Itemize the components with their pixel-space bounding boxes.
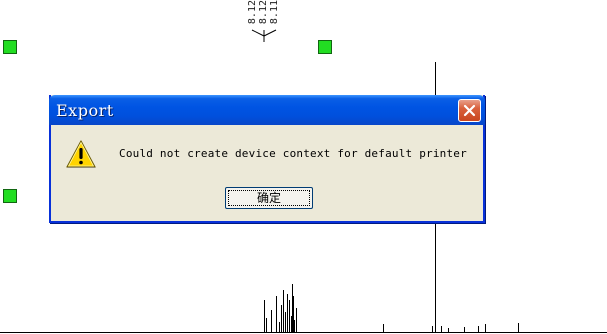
spectrum-viewer: 8.12 8.12 8.11 Export Could not create d… bbox=[0, 0, 607, 334]
close-icon bbox=[463, 104, 476, 117]
peak-label: 8.11 bbox=[269, 0, 280, 25]
selection-handle-top-left[interactable] bbox=[3, 40, 17, 54]
ok-button-label: 确定 bbox=[228, 190, 310, 206]
peak-label-group: 8.12 8.12 8.11 bbox=[246, 0, 286, 44]
selection-handle-middle-left[interactable] bbox=[3, 189, 17, 203]
selection-handle-top-middle[interactable] bbox=[318, 40, 332, 54]
peak-label: 8.12 bbox=[247, 0, 258, 25]
peak-label: 8.12 bbox=[258, 0, 269, 25]
export-error-dialog: Export Could not create device context f… bbox=[49, 95, 485, 223]
close-button[interactable] bbox=[458, 99, 481, 122]
dialog-titlebar[interactable]: Export bbox=[49, 95, 485, 125]
warning-icon bbox=[66, 140, 96, 168]
dialog-message: Could not create device context for defa… bbox=[119, 147, 467, 160]
dialog-title: Export bbox=[56, 101, 114, 120]
ok-button[interactable]: 确定 bbox=[225, 187, 313, 209]
